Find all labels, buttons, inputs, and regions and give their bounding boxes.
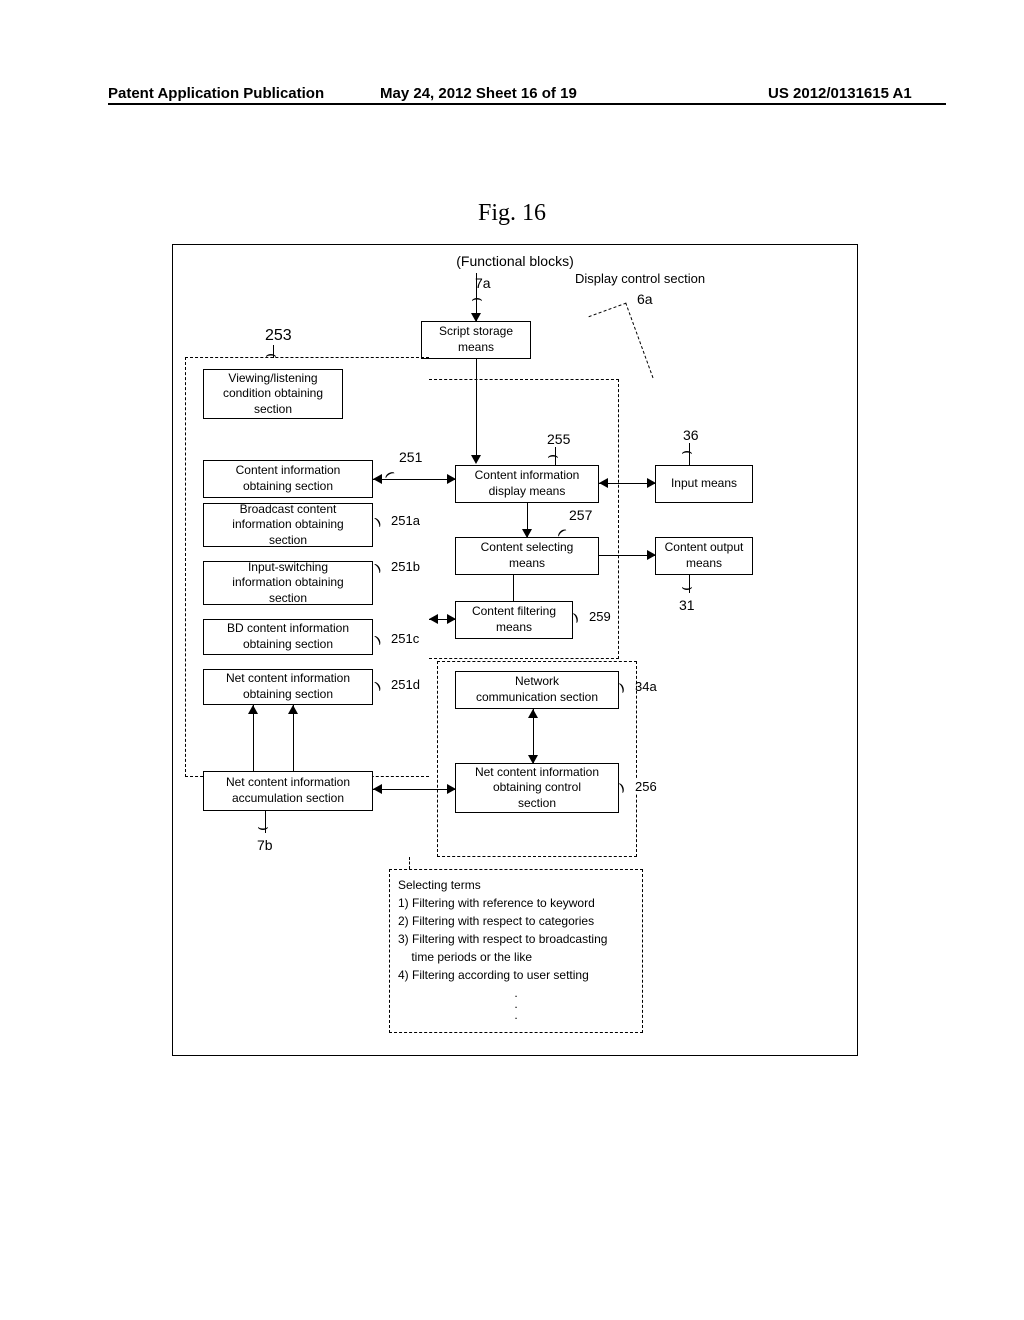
label-259: 259 (587, 609, 613, 624)
text-input-switching: Input-switching information obtaining se… (232, 560, 343, 607)
label-251: 251 (397, 449, 424, 465)
label-251c: 251c (389, 631, 421, 646)
label-257: 257 (567, 507, 594, 523)
label-251a: 251a (389, 513, 422, 528)
label-256: 256 (633, 779, 659, 794)
box-content-selecting: Content selecting means (455, 537, 599, 575)
arrow-filter-right (447, 614, 456, 624)
dashed-terms-connector (409, 857, 410, 869)
line-accum-up2 (293, 705, 294, 771)
header-mid: May 24, 2012 Sheet 16 of 19 (380, 85, 577, 102)
arrow-netcomm-down (528, 755, 538, 764)
terms-item1: 1) Filtering with reference to keyword (398, 894, 634, 912)
text-net-content-control: Net content information obtaining contro… (475, 765, 599, 812)
arrow-cid-right (447, 474, 456, 484)
text-viewing-listening: Viewing/listening condition obtaining se… (223, 371, 323, 418)
terms-item4: 4) Filtering according to user setting (398, 966, 634, 984)
terms-item3b: time periods or the like (398, 948, 634, 966)
line-7b (265, 811, 266, 833)
terms-dots: ... (398, 988, 634, 1020)
line-36 (689, 443, 690, 465)
box-selecting-terms: Selecting terms 1) Filtering with refere… (389, 869, 643, 1033)
header-right: US 2012/0131615 A1 (768, 85, 912, 102)
arrow-accum-right (447, 784, 456, 794)
text-content-info-obtaining: Content information obtaining section (236, 463, 341, 494)
line-31 (689, 575, 690, 593)
text-content-info-display: Content information display means (475, 468, 580, 499)
text-content-filtering: Content filtering means (472, 604, 556, 635)
terms-item2: 2) Filtering with respect to categories (398, 912, 634, 930)
text-script-storage: Script storage means (439, 324, 513, 355)
line-sel-filt (513, 575, 514, 601)
arrow-filter-left (429, 614, 438, 624)
arrow-7a-down (471, 313, 481, 322)
figure-title: Fig. 16 (0, 200, 1024, 227)
box-input-switching: Input-switching information obtaining se… (203, 561, 373, 605)
arrow-accum-up2 (288, 705, 298, 714)
line-accum-ctrl (373, 789, 455, 790)
terms-heading: Selecting terms (398, 876, 634, 894)
box-script-storage: Script storage means (421, 321, 531, 359)
box-net-content-obtaining: Net content information obtaining sectio… (203, 669, 373, 705)
line-255 (555, 447, 556, 465)
text-content-output: Content output means (665, 540, 744, 571)
arrow-accum-left (373, 784, 382, 794)
block-title: (Functional blocks) (173, 253, 857, 269)
box-bd-content: BD content information obtaining section (203, 619, 373, 655)
text-broadcast-content: Broadcast content information obtaining … (232, 502, 343, 549)
box-content-info-display: Content information display means (455, 465, 599, 503)
box-content-filtering: Content filtering means (455, 601, 573, 639)
arrow-cid-input-right (647, 478, 656, 488)
box-content-info-obtaining: Content information obtaining section (203, 460, 373, 498)
main-frame: (Functional blocks) 7a Display control s… (172, 244, 858, 1056)
arrow-netcomm-up (528, 709, 538, 718)
text-content-selecting: Content selecting means (481, 540, 574, 571)
arrow-cid-sel (522, 529, 532, 538)
box-input-means: Input means (655, 465, 753, 503)
text-net-content-accum: Net content information accumulation sec… (226, 775, 350, 806)
label-253: 253 (263, 327, 294, 345)
text-bd-content: BD content information obtaining section (227, 621, 349, 652)
box-viewing-listening: Viewing/listening condition obtaining se… (203, 369, 343, 419)
box-net-content-control: Net content information obtaining contro… (455, 763, 619, 813)
label-display-control: Display control section (573, 271, 707, 286)
arrow-cio-left (373, 474, 382, 484)
text-input-means: Input means (671, 476, 737, 492)
box-net-content-accum: Net content information accumulation sec… (203, 771, 373, 811)
label-251d: 251d (389, 677, 422, 692)
page: Patent Application Publication May 24, 2… (0, 0, 1024, 1320)
terms-item3: 3) Filtering with respect to broadcastin… (398, 930, 634, 948)
header-rule (108, 103, 946, 105)
label-251b: 251b (389, 559, 422, 574)
header-left: Patent Application Publication (108, 85, 324, 102)
label-6a: 6a (635, 291, 655, 307)
box-content-output: Content output means (655, 537, 753, 575)
box-broadcast-content: Broadcast content information obtaining … (203, 503, 373, 547)
arrow-accum-up1 (248, 705, 258, 714)
line-accum-up1 (253, 705, 254, 771)
arrow-cid-input-left (599, 478, 608, 488)
line-cio-cid (373, 479, 455, 480)
arrow-sel-out (647, 550, 656, 560)
text-net-content-obtaining: Net content information obtaining sectio… (226, 671, 350, 702)
